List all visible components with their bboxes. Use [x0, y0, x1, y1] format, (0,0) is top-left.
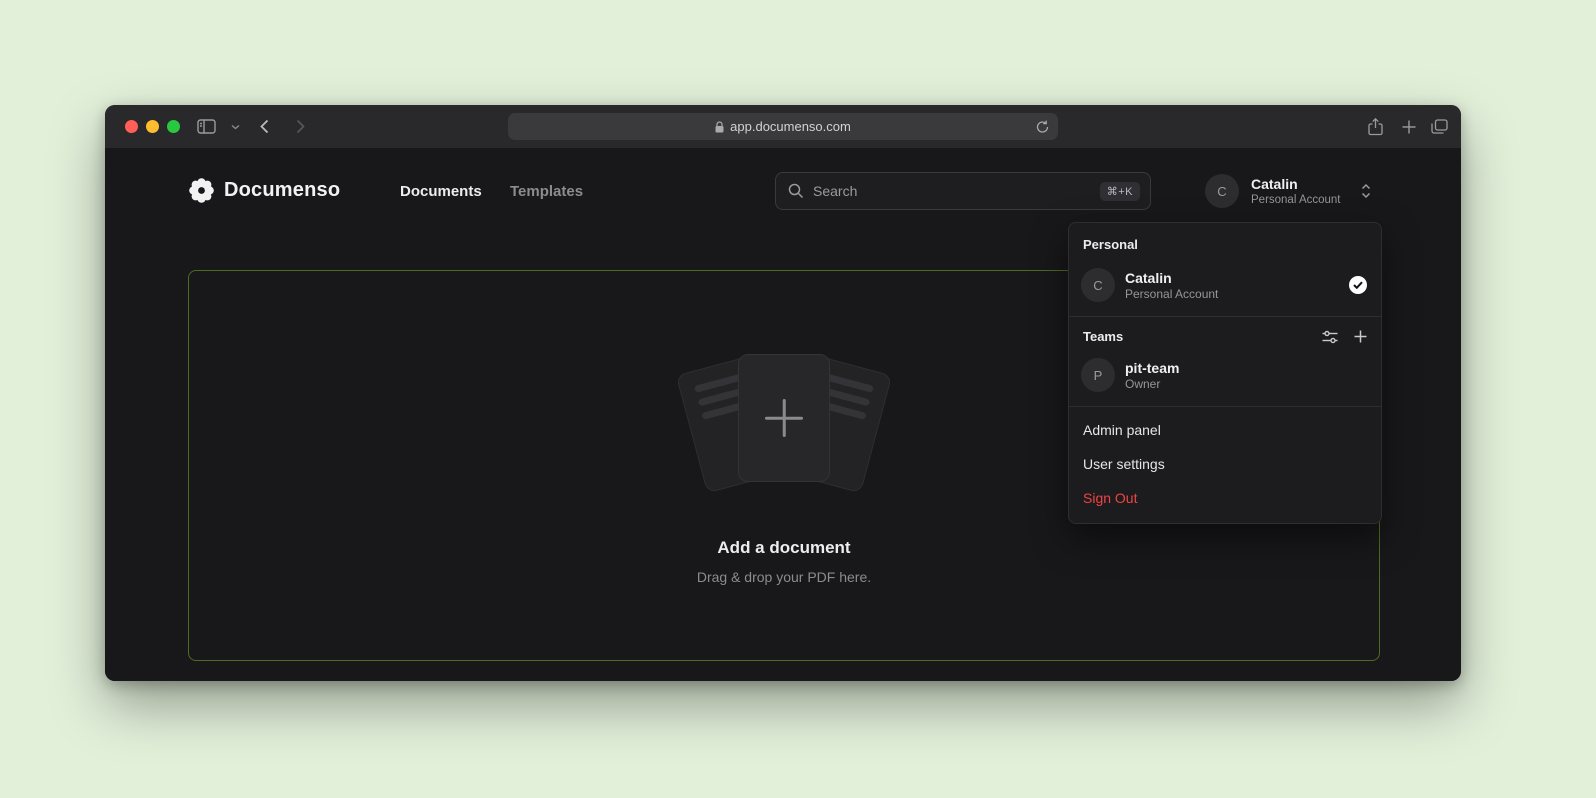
add-document-plus-icon — [765, 399, 803, 437]
zoom-window-button[interactable] — [167, 120, 180, 133]
search-icon — [788, 183, 804, 199]
account-dropdown-menu: Personal C Catalin Personal Account Team… — [1068, 222, 1382, 524]
documenso-app: Documenso Documents Templates ⌘+K C Cata… — [105, 148, 1461, 681]
search-bar[interactable]: ⌘+K — [775, 172, 1151, 210]
personal-account-item[interactable]: C Catalin Personal Account — [1069, 260, 1381, 310]
forward-button-icon[interactable] — [296, 119, 305, 134]
document-card-center — [738, 354, 830, 482]
menu-divider — [1069, 406, 1381, 407]
team-role: Owner — [1125, 377, 1367, 392]
personal-account-subtitle: Personal Account — [1125, 287, 1349, 302]
nav-templates[interactable]: Templates — [510, 183, 583, 200]
menu-item-user-settings[interactable]: User settings — [1069, 447, 1381, 481]
back-button-icon[interactable] — [260, 119, 269, 134]
dropzone-title: Add a document — [717, 538, 850, 558]
new-tab-icon[interactable] — [1402, 120, 1416, 134]
account-name: Catalin — [1251, 176, 1355, 193]
documenso-logo-icon — [188, 177, 215, 204]
team-name: pit-team — [1125, 359, 1367, 377]
team-avatar: P — [1081, 358, 1115, 392]
teams-section-label: Teams — [1083, 329, 1306, 344]
account-subtitle: Personal Account — [1251, 193, 1355, 207]
brand[interactable]: Documenso — [188, 177, 340, 204]
selected-check-icon — [1349, 276, 1367, 294]
lock-icon — [715, 121, 724, 133]
menu-item-admin-panel[interactable]: Admin panel — [1069, 413, 1381, 447]
search-shortcut-badge: ⌘+K — [1100, 182, 1140, 201]
document-stack-illustration — [674, 346, 894, 496]
team-item[interactable]: P pit-team Owner — [1069, 350, 1381, 400]
menu-divider — [1069, 316, 1381, 317]
browser-toolbar: app.documenso.com — [105, 105, 1461, 148]
brand-name: Documenso — [224, 179, 340, 202]
address-bar[interactable]: app.documenso.com — [508, 113, 1058, 140]
close-window-button[interactable] — [125, 120, 138, 133]
minimize-window-button[interactable] — [146, 120, 159, 133]
sidebar-chevron-down-icon[interactable] — [231, 124, 240, 130]
sidebar-toggle-icon[interactable] — [197, 119, 216, 134]
avatar: C — [1205, 174, 1239, 208]
teams-section-header: Teams — [1069, 323, 1381, 350]
browser-window: app.documenso.com — [105, 105, 1461, 681]
create-team-plus-icon[interactable] — [1354, 330, 1367, 343]
traffic-lights — [125, 120, 180, 133]
manage-teams-icon[interactable] — [1322, 330, 1338, 344]
chevrons-up-down-icon — [1361, 183, 1371, 199]
address-url: app.documenso.com — [730, 119, 851, 134]
nav-documents[interactable]: Documents — [400, 183, 482, 200]
account-menu-trigger[interactable]: C Catalin Personal Account — [1205, 174, 1371, 208]
reload-icon[interactable] — [1036, 120, 1049, 134]
search-input[interactable] — [813, 183, 1100, 199]
personal-account-name: Catalin — [1125, 269, 1349, 287]
personal-section-label: Personal — [1069, 229, 1381, 260]
avatar: C — [1081, 268, 1115, 302]
dropzone-subtitle: Drag & drop your PDF here. — [697, 569, 871, 585]
share-icon[interactable] — [1368, 118, 1383, 136]
tab-overview-icon[interactable] — [1431, 119, 1448, 134]
menu-item-sign-out[interactable]: Sign Out — [1069, 481, 1381, 515]
